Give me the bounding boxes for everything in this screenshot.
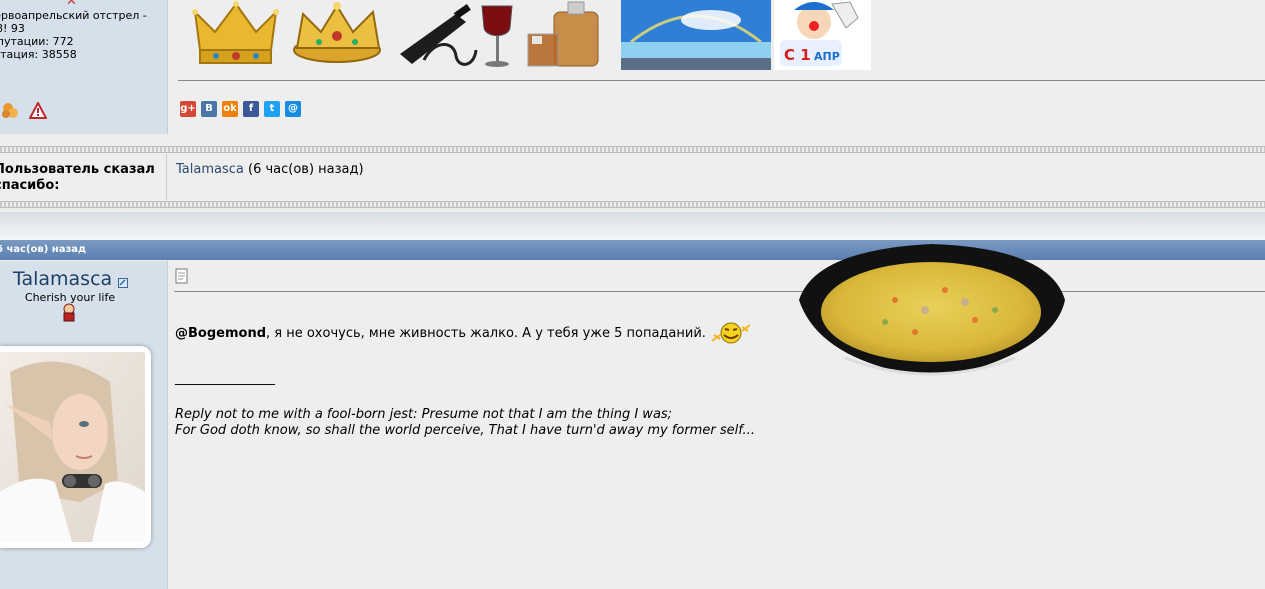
user-reputation: Репутация: 38558 (0, 48, 77, 61)
odnoklassniki-icon[interactable]: ok (222, 101, 238, 117)
thanks-time: (6 час(ов) назад) (248, 162, 364, 177)
post-header: 6 час(ов) назад (0, 240, 1265, 260)
svg-text:С 1: С 1 (784, 46, 811, 64)
user-reputation-points: репутации: 772 (0, 35, 74, 48)
facebook-icon[interactable]: f (243, 101, 259, 117)
mention[interactable]: @Bogemond (175, 326, 266, 341)
signature-line: For God doth know, so shall the world pe… (175, 423, 755, 438)
top-post-body: С 1 АПР g+ Вok f t @ (168, 0, 1265, 134)
wine-bottle-image (394, 0, 516, 70)
post-date: 6 час(ов) назад (0, 244, 87, 255)
post-divider (178, 80, 1265, 81)
message-text: , я не охочусь, мне живность жалко. А у … (266, 326, 706, 341)
post-spacer (0, 212, 1265, 240)
post-separator (0, 146, 1265, 153)
april-fools-clown-image: С 1 АПР (774, 0, 871, 70)
user-stat-line: 8! 93 (0, 22, 25, 35)
avatar (0, 346, 151, 548)
user-online-status-icon (118, 278, 128, 288)
whisky-decanter-image (524, 0, 604, 70)
thanks-user-link[interactable]: Talamasca (176, 162, 244, 177)
signature-separator: __________________ (175, 371, 275, 386)
beach-rainbow-image (621, 0, 771, 70)
twitter-icon[interactable]: t (264, 101, 280, 117)
thanks-label-text: Пользователь сказал спасибо: (0, 162, 155, 193)
reputation-icon[interactable] (0, 101, 20, 121)
close-icon[interactable]: ✕ (66, 0, 77, 9)
jeweled-crown-image (289, 0, 386, 70)
svg-text:АПР: АПР (814, 50, 840, 63)
user-rank-icon (63, 303, 75, 322)
laughing-smiley-icon (711, 322, 751, 344)
thanks-value: Talamasca (6 час(ов) назад) (176, 162, 364, 177)
crown-image (190, 0, 282, 70)
top-post-userinfo: ✕ Первоапрельский отстрел - 8! 93 репута… (0, 0, 168, 134)
post-body: @Bogemond, я не охочусь, мне живность жа… (168, 261, 1265, 589)
signature-line: Reply not to me with a fool-born jest: P… (175, 407, 673, 422)
user-award-line: Первоапрельский отстрел - (0, 9, 147, 22)
report-warning-icon[interactable] (29, 102, 47, 120)
signature: Reply not to me with a fool-born jest: P… (175, 407, 755, 439)
vkontakte-icon[interactable]: В (201, 101, 217, 117)
google-plus-icon[interactable]: g+ (180, 101, 196, 117)
username-link[interactable]: Talamasca (13, 268, 112, 290)
post-separator (0, 201, 1265, 208)
mail-ru-icon[interactable]: @ (285, 101, 301, 117)
post-document-icon (175, 268, 188, 284)
thanks-row: Пользователь сказал спасибо: Talamasca (… (0, 154, 1265, 200)
post-divider (174, 291, 1265, 292)
post-message: @Bogemond, я не охочусь, мне живность жа… (175, 319, 752, 345)
thanks-label: Пользователь сказал спасибо: (0, 154, 167, 200)
soup-bowl-image (795, 240, 1067, 382)
